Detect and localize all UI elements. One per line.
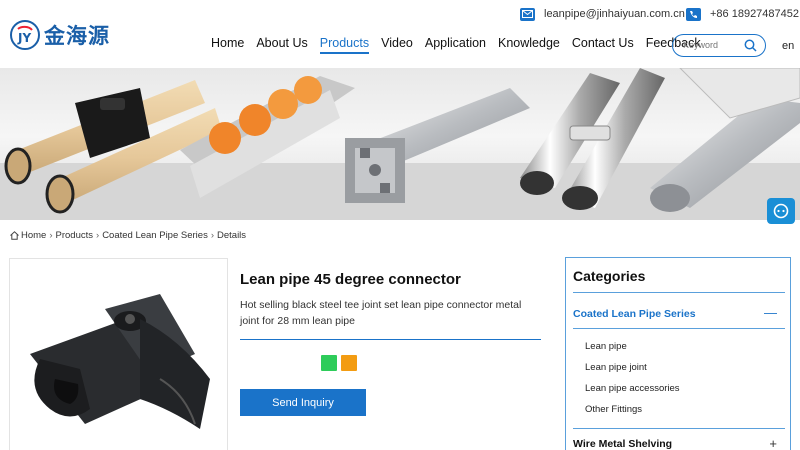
send-inquiry-button[interactable]: Send Inquiry [240, 389, 366, 416]
divider [573, 292, 785, 293]
home-icon [10, 231, 19, 240]
nav-contact-us[interactable]: Contact Us [572, 36, 634, 54]
logo-text: 金海源 [44, 24, 110, 48]
divider [573, 328, 785, 329]
divider [240, 339, 541, 340]
color-swatch-green[interactable] [321, 355, 337, 371]
svg-text:JY: JY [17, 31, 31, 45]
site-header: JY 金海源 leanpipe@jinhaiyuan.com.cn +86 18… [0, 0, 800, 68]
breadcrumb-current: Details [217, 230, 247, 241]
color-swatch-orange[interactable] [341, 355, 357, 371]
customer-service-float-button[interactable] [767, 198, 795, 224]
nav-knowledge[interactable]: Knowledge [498, 36, 560, 54]
product-photo [30, 294, 210, 429]
nav-about-us[interactable]: About Us [256, 36, 307, 54]
nav-home[interactable]: Home [211, 36, 244, 54]
breadcrumb-home[interactable]: Home [21, 230, 46, 241]
logo[interactable]: JY 金海源 [10, 20, 110, 50]
divider [573, 428, 785, 429]
chat-icon [773, 203, 789, 219]
breadcrumb: Home › Products › Coated Lean Pipe Serie… [10, 230, 246, 241]
contact-phone[interactable]: +86 18927487452 [686, 6, 799, 22]
logo-mark-icon: JY [10, 20, 40, 50]
expand-icon[interactable]: + [769, 436, 777, 450]
chevron-right-icon: › [210, 230, 214, 241]
mail-icon [520, 7, 535, 21]
collapse-icon[interactable]: — [764, 305, 777, 320]
hero-banner [0, 68, 800, 220]
email-text: leanpipe@jinhaiyuan.com.cn [544, 8, 685, 20]
categories-title: Categories [573, 268, 646, 284]
product-description: Hot selling black steel tee joint set le… [240, 299, 522, 327]
nav-products[interactable]: Products [319, 36, 370, 54]
category-item[interactable]: Other Fittings [585, 404, 642, 415]
phone-icon [686, 7, 701, 21]
main-nav: Home About Us Products Video Application… [205, 36, 707, 54]
banner-product-illustration [0, 68, 800, 220]
category-coated-lean-pipe-series[interactable]: Coated Lean Pipe Series [573, 308, 696, 320]
search-icon[interactable] [744, 39, 757, 57]
contact-email[interactable]: leanpipe@jinhaiyuan.com.cn [520, 6, 685, 22]
nav-video[interactable]: Video [381, 36, 413, 54]
phone-text: +86 18927487452 [710, 8, 800, 20]
category-item[interactable]: Lean pipe joint [585, 362, 647, 373]
product-title: Lean pipe 45 degree connector [240, 271, 461, 288]
search-box [672, 34, 766, 57]
product-image[interactable] [9, 258, 228, 450]
nav-application[interactable]: Application [425, 36, 486, 54]
breadcrumb-category[interactable]: Coated Lean Pipe Series [102, 230, 208, 241]
category-wire-metal-shelving[interactable]: Wire Metal Shelving [573, 438, 672, 450]
category-item[interactable]: Lean pipe accessories [585, 383, 680, 394]
search-input[interactable] [683, 38, 743, 52]
language-switch[interactable]: en [782, 40, 794, 52]
chevron-right-icon: › [96, 230, 100, 241]
breadcrumb-products[interactable]: Products [56, 230, 94, 241]
chevron-right-icon: › [49, 230, 53, 241]
category-item[interactable]: Lean pipe [585, 341, 627, 352]
categories-panel: Categories Coated Lean Pipe Series — Lea… [565, 257, 791, 450]
